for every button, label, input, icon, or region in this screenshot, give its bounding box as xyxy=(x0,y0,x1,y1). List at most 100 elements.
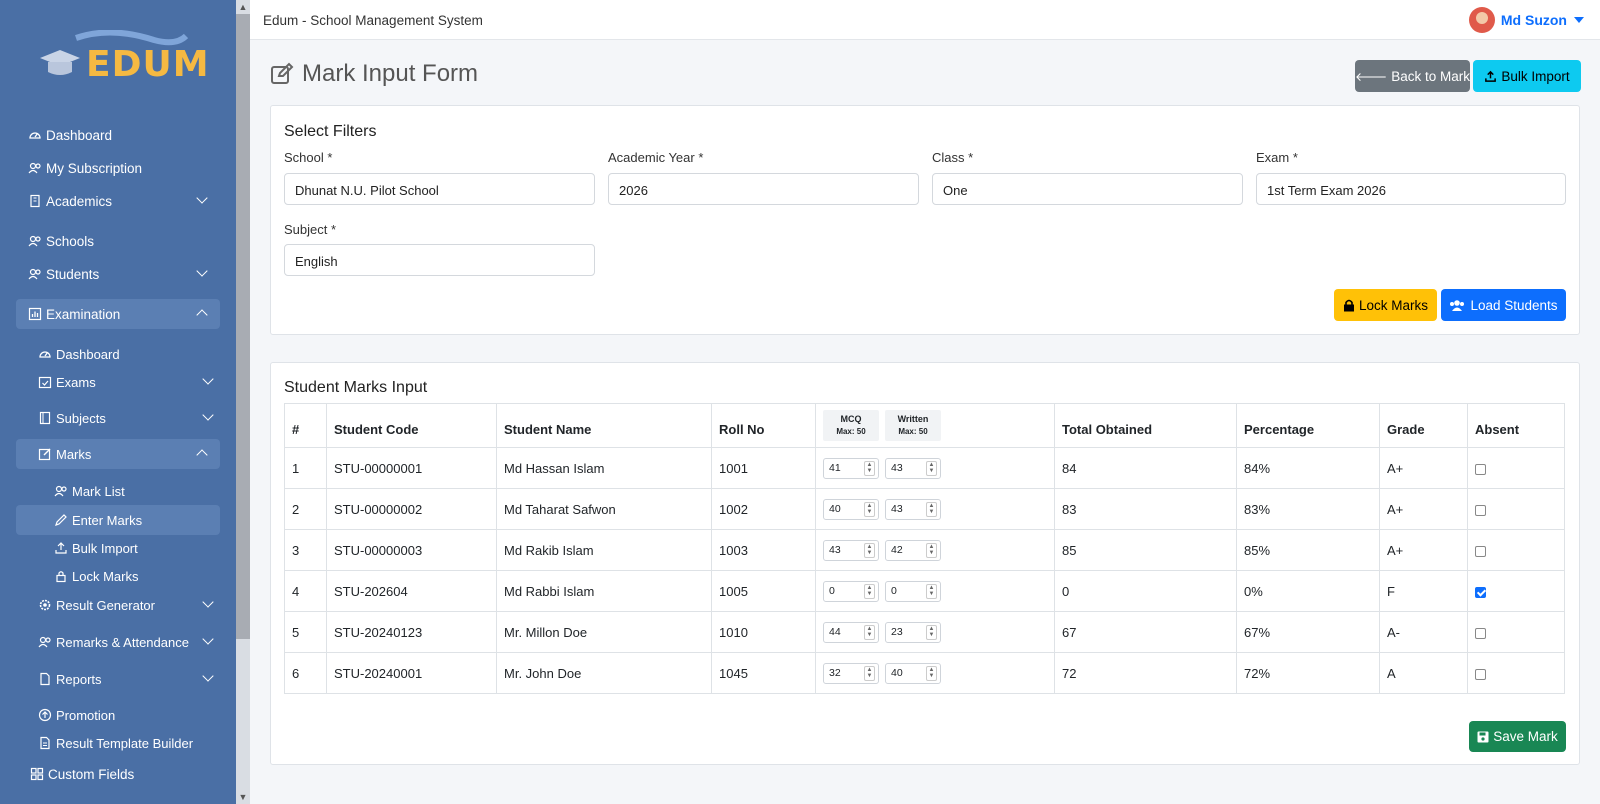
class-field[interactable]: One xyxy=(932,173,1243,205)
stepper-icon[interactable]: ▲ ▼ xyxy=(926,542,937,558)
mcq-input[interactable]: 32 ▲ ▼ xyxy=(823,662,879,684)
stepper-icon[interactable]: ▲ ▼ xyxy=(926,665,937,681)
lock-marks-button[interactable]: Lock Marks xyxy=(1334,289,1437,321)
exam-field[interactable]: 1st Term Exam 2026 xyxy=(1256,173,1566,205)
mcq-input[interactable]: 40 ▲ ▼ xyxy=(823,498,879,520)
sidebar-subitem-enter-marks[interactable]: Enter Marks xyxy=(16,505,220,535)
absent-checkbox[interactable] xyxy=(1475,586,1486,598)
scroll-down-icon[interactable]: ▼ xyxy=(236,790,250,804)
scroll-up-icon[interactable]: ▲ xyxy=(236,0,250,14)
sidebar-item-academics[interactable]: Academics xyxy=(28,186,220,216)
written-input[interactable]: 40 ▲ ▼ xyxy=(885,662,941,684)
sidebar-subitem-mark-list[interactable]: Mark List xyxy=(54,476,236,506)
written-max-label: Max: 50 xyxy=(898,427,928,436)
sidebar-item-students[interactable]: Students xyxy=(28,259,220,289)
sidebar-item-examination[interactable]: Examination xyxy=(16,299,220,329)
mcq-input[interactable]: 41 ▲ ▼ xyxy=(823,457,879,479)
stepper-icon[interactable]: ▲ ▼ xyxy=(864,501,875,517)
load-students-button[interactable]: Load Students xyxy=(1441,289,1566,321)
save-mark-button[interactable]: Save Mark xyxy=(1469,721,1566,752)
absent-checkbox[interactable] xyxy=(1475,627,1486,639)
bulk-import-label: Bulk Import xyxy=(1501,68,1570,84)
sidebar-item-label: Remarks & Attendance xyxy=(56,634,189,650)
marks-inputs-cell: 41 ▲ ▼ 43 ▲ ▼ xyxy=(815,447,1055,489)
sidebar-subitem-result-generator[interactable]: Result Generator xyxy=(38,590,220,620)
user-menu[interactable]: Md Suzon xyxy=(1468,7,1584,33)
caret-down-icon xyxy=(1574,17,1584,23)
written-input[interactable]: 42 ▲ ▼ xyxy=(885,539,941,561)
stepper-icon[interactable]: ▲ ▼ xyxy=(864,460,875,476)
col-header-name: Student Name xyxy=(496,403,712,448)
row-number: 2 xyxy=(284,488,327,530)
roll-no: 1005 xyxy=(711,570,816,612)
subject-field[interactable]: English xyxy=(284,244,595,276)
percentage: 0% xyxy=(1236,570,1380,612)
sidebar-subitem-marks[interactable]: Marks xyxy=(16,439,220,469)
school-field[interactable]: Dhunat N.U. Pilot School xyxy=(284,173,595,205)
written-input[interactable]: 43 ▲ ▼ xyxy=(885,498,941,520)
student-code: STU-202604 xyxy=(326,570,497,612)
chevron-down-icon xyxy=(196,192,208,204)
stepper-icon[interactable]: ▲ ▼ xyxy=(926,624,937,640)
edum-logo[interactable]: EDUM xyxy=(36,30,209,90)
absent-checkbox[interactable] xyxy=(1475,504,1486,516)
stepper-icon[interactable]: ▲ ▼ xyxy=(926,583,937,599)
lock-marks-label: Lock Marks xyxy=(1358,297,1429,313)
sidebar-subitem-subjects[interactable]: Subjects xyxy=(38,403,220,433)
academic-year-label: Academic Year * xyxy=(608,150,704,165)
sidebar-subitem-lock-marks[interactable]: Lock Marks xyxy=(54,561,236,591)
sidebar-subitem-result-template-builder[interactable]: Result Template Builder xyxy=(38,728,236,758)
col-header-code: Student Code xyxy=(326,403,497,448)
sidebar-item-schools[interactable]: Schools xyxy=(28,226,232,256)
student-code: STU-00000001 xyxy=(326,447,497,489)
sidebar-item-label: Schools xyxy=(46,233,95,249)
chevron-down-icon xyxy=(196,265,208,277)
save-mark-label: Save Mark xyxy=(1493,729,1558,744)
sidebar-item-label: Reports xyxy=(56,671,102,687)
sidebar-item-label: Academics xyxy=(46,193,113,209)
written-input[interactable]: 23 ▲ ▼ xyxy=(885,621,941,643)
absent-checkbox[interactable] xyxy=(1475,668,1486,680)
mcq-input[interactable]: 0 ▲ ▼ xyxy=(823,580,879,602)
stepper-icon[interactable]: ▲ ▼ xyxy=(864,583,875,599)
stepper-icon[interactable]: ▲ ▼ xyxy=(926,501,937,517)
sidebar: EDUM Dashboard My Subscription Academics… xyxy=(0,0,236,804)
stepper-icon[interactable]: ▲ ▼ xyxy=(864,542,875,558)
stepper-icon[interactable]: ▲ ▼ xyxy=(864,624,875,640)
roll-no: 1003 xyxy=(711,529,816,571)
written-input[interactable]: 0 ▲ ▼ xyxy=(885,580,941,602)
total-obtained: 83 xyxy=(1054,488,1237,530)
sidebar-scrollbar[interactable]: ▲ ▼ xyxy=(236,0,250,804)
written-input[interactable]: 43 ▲ ▼ xyxy=(885,457,941,479)
written-value: 43 xyxy=(891,461,903,474)
upload-icon xyxy=(55,542,67,554)
scrollbar-thumb[interactable] xyxy=(236,14,250,639)
bulk-import-button[interactable]: Bulk Import xyxy=(1473,60,1581,92)
student-name: Mr. John Doe xyxy=(496,652,712,694)
absent-checkbox[interactable] xyxy=(1475,463,1486,475)
stepper-icon[interactable]: ▲ ▼ xyxy=(926,460,937,476)
mcq-input[interactable]: 44 ▲ ▼ xyxy=(823,621,879,643)
sidebar-item-label: Result Template Builder xyxy=(56,735,194,751)
grid-icon xyxy=(30,767,44,781)
sidebar-item-dashboard[interactable]: Dashboard xyxy=(28,120,232,150)
sidebar-item-my-subscription[interactable]: My Subscription xyxy=(28,153,232,183)
sidebar-item-label: Examination xyxy=(46,306,121,322)
sidebar-subitem-bulk-import[interactable]: Bulk Import xyxy=(54,533,236,563)
sidebar-subitem-exams[interactable]: Exams xyxy=(38,367,220,397)
row-number: 1 xyxy=(284,447,327,489)
student-name: Mr. Millon Doe xyxy=(496,611,712,653)
academic-year-field[interactable]: 2026 xyxy=(608,173,919,205)
app-title: Edum - School Management System xyxy=(263,13,483,28)
sidebar-item-custom-fields[interactable]: Custom Fields xyxy=(30,759,234,789)
table-row: 1 STU-00000001 Md Hassan Islam 1001 41 ▲ ▼ 43 ▲ ▼… xyxy=(284,447,1565,489)
sidebar-subitem-exam-dashboard[interactable]: Dashboard xyxy=(38,339,236,369)
stepper-icon[interactable]: ▲ ▼ xyxy=(864,665,875,681)
absent-checkbox[interactable] xyxy=(1475,545,1486,557)
sidebar-subitem-promotion[interactable]: Promotion xyxy=(38,700,236,730)
sidebar-subitem-remarks-attendance[interactable]: Remarks & Attendance xyxy=(38,627,220,657)
roll-no: 1045 xyxy=(711,652,816,694)
sidebar-subitem-reports[interactable]: Reports xyxy=(38,664,220,694)
back-to-mark-button[interactable]: 🡐 Back to Mark xyxy=(1355,60,1470,92)
mcq-input[interactable]: 43 ▲ ▼ xyxy=(823,539,879,561)
